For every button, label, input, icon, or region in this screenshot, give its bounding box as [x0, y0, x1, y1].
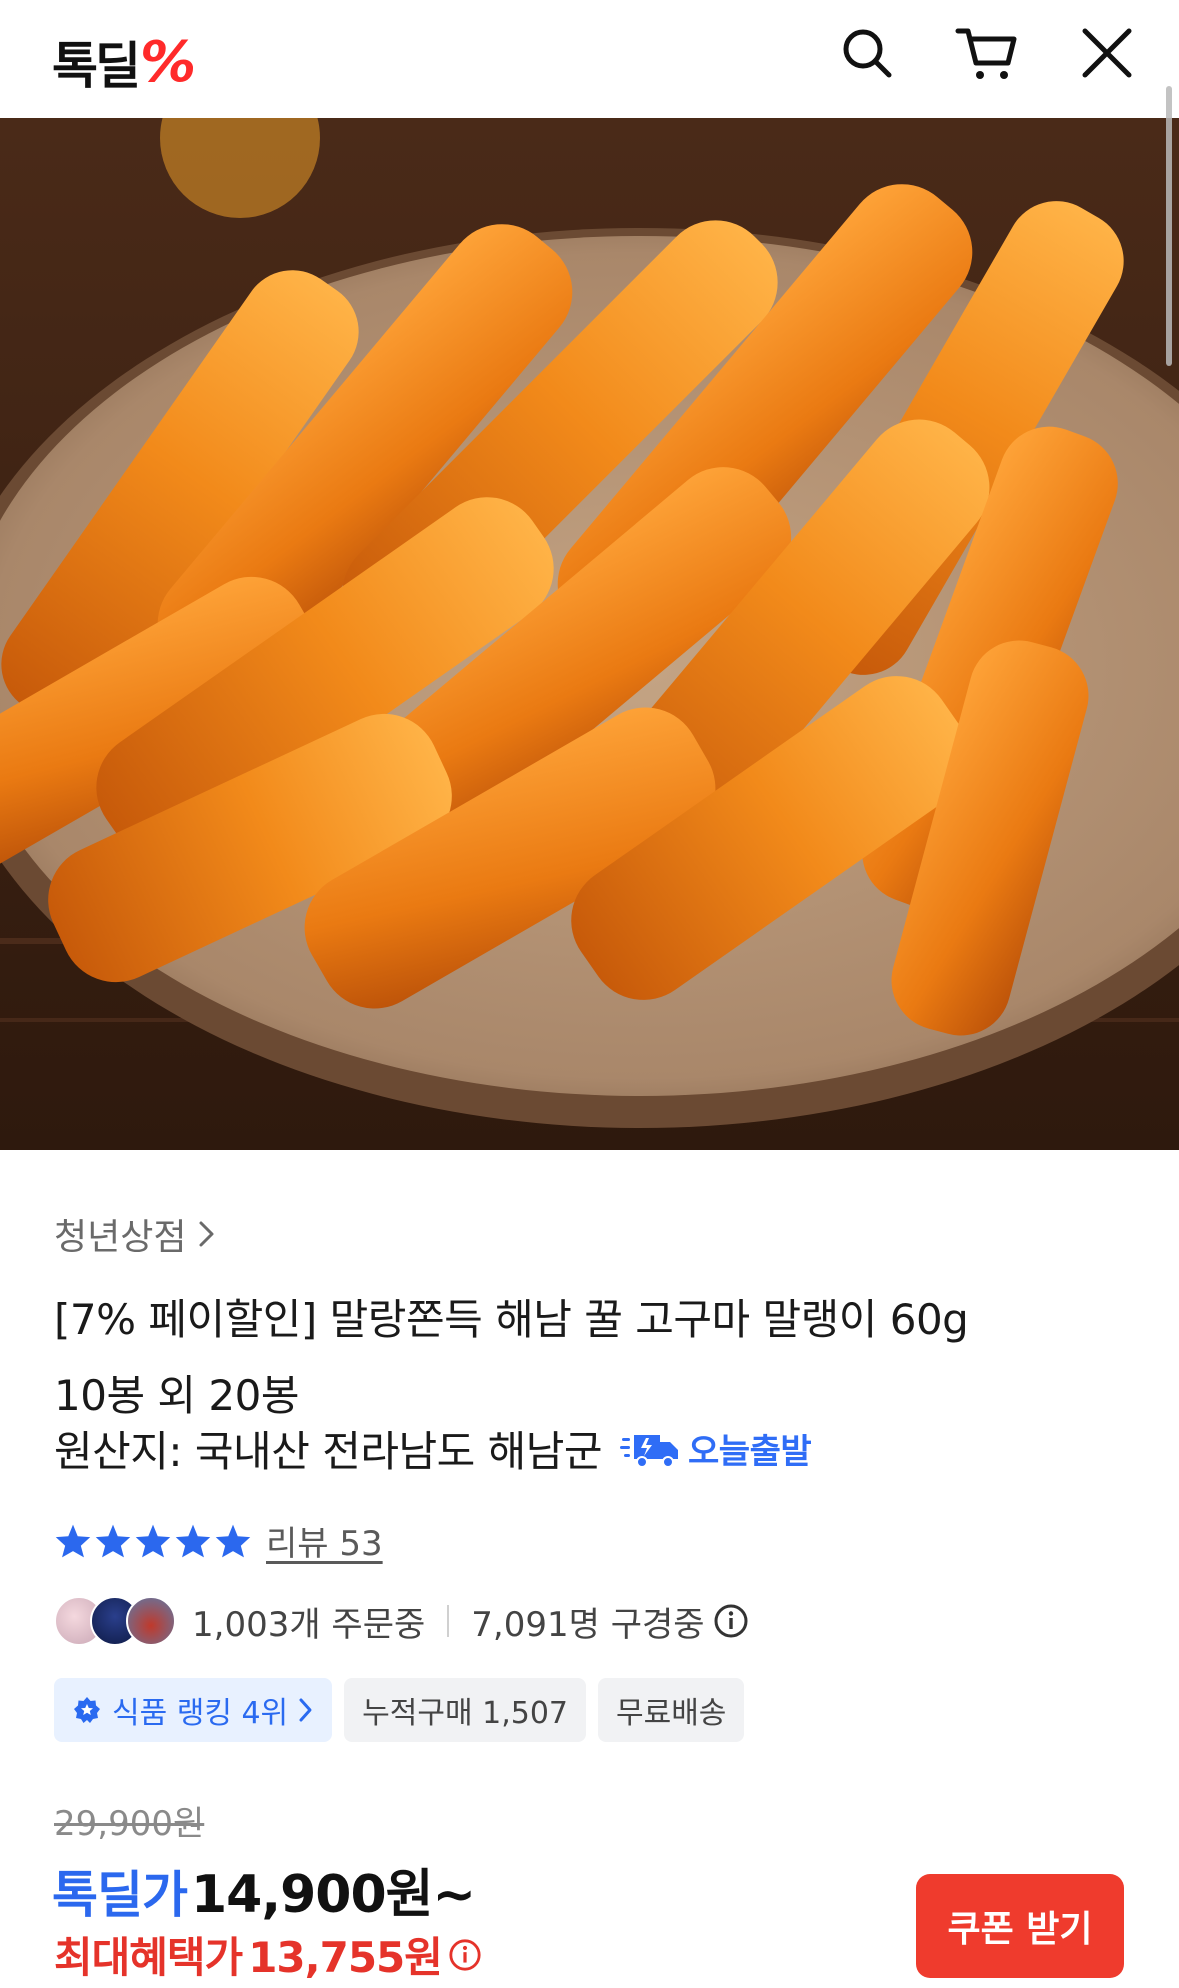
badge-icon	[74, 1697, 100, 1723]
deal-price: 14,900원~	[191, 1865, 476, 1925]
info-icon[interactable]	[448, 1938, 482, 1972]
food-ranking-tag[interactable]: 식품 랭킹 4위	[54, 1678, 333, 1742]
star-icon	[95, 1524, 131, 1557]
cart-icon[interactable]	[954, 20, 1020, 86]
social-stats: 1,003개 주문중 7,091명 구경중	[192, 1597, 749, 1646]
today-shipping-label: 오늘출발	[688, 1432, 812, 1472]
logo-percent: %	[140, 29, 196, 95]
divider	[447, 1605, 450, 1637]
avatar	[126, 1596, 176, 1646]
seller-name: 청년상점	[54, 1217, 187, 1258]
review-link[interactable]: 리뷰 53	[266, 1516, 383, 1565]
avatar-group	[54, 1596, 176, 1646]
original-price: 29,900원	[54, 1804, 205, 1844]
social-proof-row: 1,003개 주문중 7,091명 구경중	[54, 1592, 749, 1650]
product-title: [7% 페이할인] 말랑쫀득 해남 꿀 고구마 말랭이 60g 10봉 외 20…	[54, 1282, 1124, 1434]
max-benefit-row: 최대혜택가 13,755원	[54, 1924, 482, 1985]
top-header: 톡딜%	[0, 0, 1179, 118]
product-image-carousel[interactable]	[0, 118, 1179, 1150]
cumulative-purchase-label: 누적구매 1,507	[362, 1696, 568, 1731]
star-icon	[55, 1524, 91, 1557]
product-page: 톡딜% 청년상점 [7% 페이할인] 말랑쫀득 해남 꿀 고구마 말랭이 60g…	[0, 0, 1179, 1988]
max-benefit-price: 13,755원	[248, 1933, 443, 1982]
chevron-right-icon	[299, 1698, 312, 1722]
rating-row: 리뷰 53	[54, 1516, 383, 1565]
chevron-right-icon	[199, 1221, 214, 1247]
scrollbar[interactable]	[1166, 86, 1172, 366]
free-shipping-label: 무료배송	[616, 1696, 727, 1731]
logo-text: 톡딜	[52, 37, 141, 95]
star-icon	[135, 1524, 171, 1557]
today-shipping-badge: 오늘출발	[620, 1424, 812, 1473]
product-tags: 식품 랭킹 4위 누적구매 1,507 무료배송	[54, 1678, 745, 1742]
origin-row: 원산지: 국내산 전라남도 해남군 오늘출발	[54, 1418, 812, 1479]
cumulative-purchase-tag: 누적구매 1,507	[344, 1678, 586, 1742]
search-icon[interactable]	[834, 20, 900, 86]
star-rating	[54, 1523, 252, 1559]
star-icon	[175, 1524, 211, 1557]
info-icon[interactable]	[713, 1603, 749, 1639]
deal-price-row: 톡딜가 14,900원~	[52, 1852, 476, 1927]
seller-link[interactable]: 청년상점	[54, 1208, 218, 1260]
viewers-count: 7,091명 구경중	[471, 1604, 705, 1645]
product-photo	[0, 118, 1179, 1150]
truck-icon	[620, 1434, 679, 1468]
origin-text: 원산지: 국내산 전라남도 해남군	[54, 1427, 603, 1476]
max-benefit-label: 최대혜택가	[54, 1933, 243, 1982]
star-icon	[215, 1524, 251, 1557]
product-title-line1: [7% 페이할인] 말랑쫀득 해남 꿀 고구마 말랭이 60g	[54, 1295, 969, 1344]
orders-count: 1,003개 주문중	[192, 1604, 426, 1645]
deal-label: 톡딜가	[52, 1866, 188, 1924]
food-ranking-label: 식품 랭킹 4위	[112, 1696, 289, 1731]
free-shipping-tag: 무료배송	[598, 1678, 745, 1742]
logo[interactable]: 톡딜%	[52, 26, 196, 98]
get-coupon-button[interactable]: 쿠폰 받기	[916, 1874, 1124, 1978]
close-icon[interactable]	[1074, 20, 1140, 86]
